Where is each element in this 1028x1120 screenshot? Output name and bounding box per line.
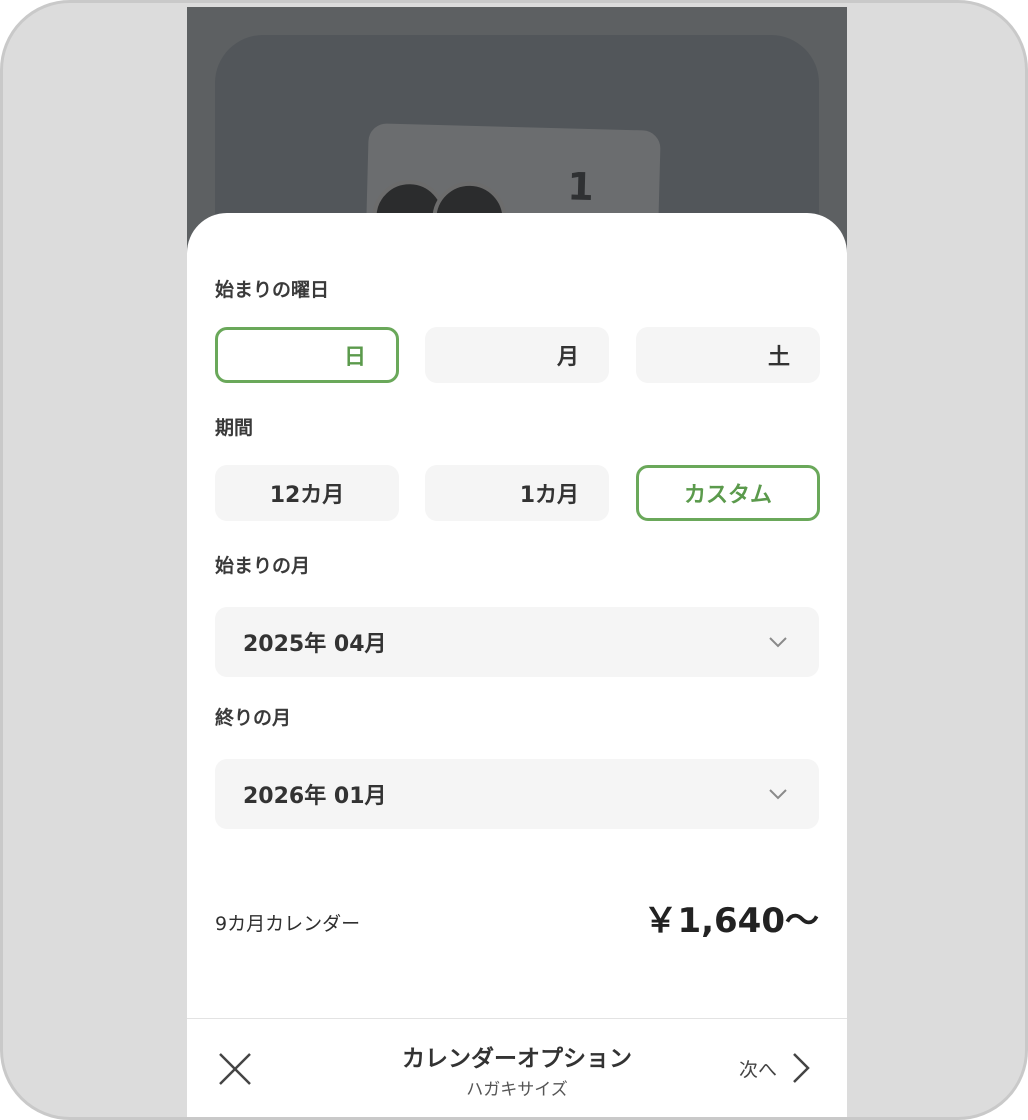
weekday-option-monday[interactable]: 月 <box>425 327 609 383</box>
next-button-label: 次へ <box>738 1058 777 1081</box>
end-month-label: 終りの月 <box>215 707 292 729</box>
end-month-select[interactable]: 2026年 01月 <box>215 759 819 829</box>
end-month-value: 2026年 01月 <box>243 784 387 809</box>
calendar-length-summary: 9カ月カレンダー <box>215 913 361 935</box>
chevron-down-icon <box>769 637 787 648</box>
bottom-action-bar: カレンダーオプション ハガキサイズ 次へ <box>187 1018 847 1117</box>
weekday-option-sunday[interactable]: 日 <box>215 327 399 383</box>
calendar-day-number: 1 <box>566 164 595 210</box>
chevron-right-icon <box>793 1053 810 1083</box>
period-option-12-months[interactable]: 12カ月 <box>215 465 399 521</box>
period-section-label: 期間 <box>215 417 254 439</box>
device-frame: 1 始まりの曜日 日 月 土 期間 12カ月 1カ月 カスタム 始まりの月 20… <box>0 0 1028 1120</box>
weekday-option-saturday[interactable]: 土 <box>636 327 820 383</box>
price-label: ￥1,640～ <box>643 901 819 941</box>
start-month-label: 始まりの月 <box>215 555 311 577</box>
period-option-1-month[interactable]: 1カ月 <box>425 465 609 521</box>
next-button[interactable]: 次へ <box>739 1051 811 1085</box>
calendar-options-sheet: 始まりの曜日 日 月 土 期間 12カ月 1カ月 カスタム 始まりの月 2025… <box>187 213 847 1117</box>
app-screen: 1 始まりの曜日 日 月 土 期間 12カ月 1カ月 カスタム 始まりの月 20… <box>187 7 847 1117</box>
start-month-value: 2025年 04月 <box>243 632 387 657</box>
weekday-section-label: 始まりの曜日 <box>215 279 330 301</box>
period-option-custom[interactable]: カスタム <box>636 465 820 521</box>
start-month-select[interactable]: 2025年 04月 <box>215 607 819 677</box>
chevron-down-icon <box>769 789 787 800</box>
